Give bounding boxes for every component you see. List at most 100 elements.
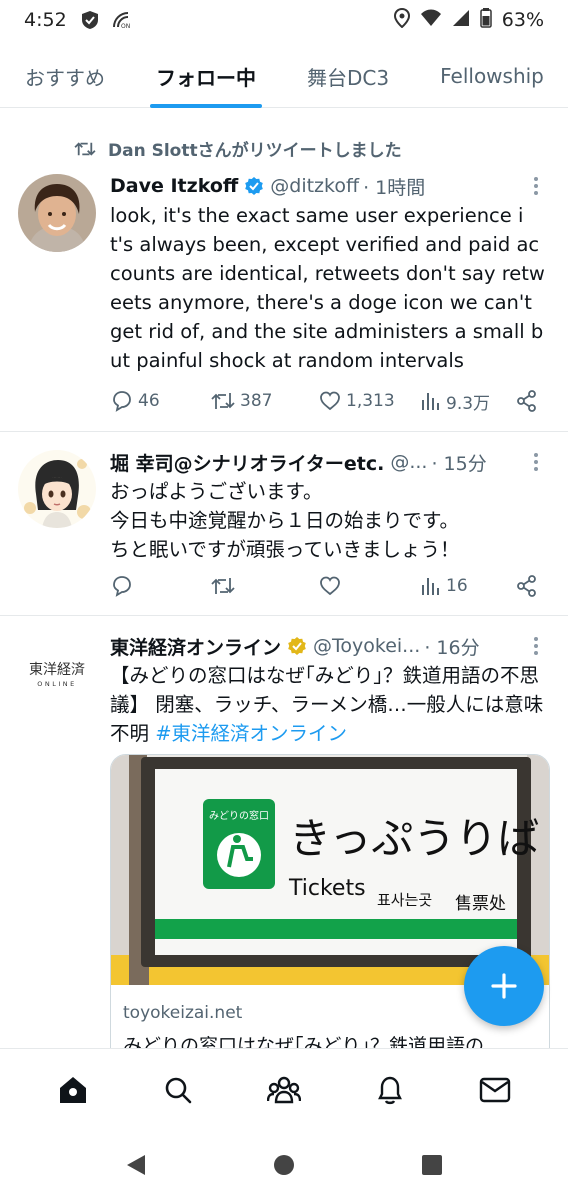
avatar[interactable]: 東洋経済 ONLINE bbox=[18, 634, 96, 712]
username[interactable]: @Toyokei... bbox=[313, 635, 420, 657]
display-name[interactable]: 東洋経済オンライン bbox=[110, 633, 281, 660]
sign-main-text: きっぷうりば bbox=[289, 814, 539, 863]
mail-icon bbox=[479, 1077, 511, 1102]
nav-messages[interactable] bbox=[465, 1060, 525, 1120]
wifi-calling-icon: ON bbox=[111, 10, 133, 30]
back-icon[interactable] bbox=[125, 1153, 147, 1177]
sign-korean-text: 표사는곳 bbox=[377, 891, 432, 909]
tweet-header: 堀 幸司@シナリオライターetc. @... · 15分 bbox=[110, 448, 546, 476]
heart-icon bbox=[320, 576, 340, 596]
plus-icon bbox=[491, 973, 517, 999]
reply-icon bbox=[113, 576, 131, 597]
tab-fellowship[interactable]: Fellowship bbox=[426, 44, 558, 108]
tweet[interactable]: 堀 幸司@シナリオライターetc. @... · 15分 おっぱようございます。… bbox=[0, 432, 568, 616]
nav-communities[interactable] bbox=[254, 1060, 314, 1120]
reply-button[interactable] bbox=[110, 574, 210, 598]
timestamp: · 15分 bbox=[431, 452, 487, 475]
views-button[interactable]: 16 bbox=[420, 575, 516, 597]
timestamp: · 1時間 bbox=[363, 176, 426, 199]
verified-badge-icon bbox=[244, 176, 264, 196]
verified-gold-badge-icon bbox=[287, 636, 307, 656]
tweet-text: 【みどりの窓口はなぜ｢みどり｣？鉄道用語の不思議】 閉塞、ラッチ、ラーメン橋…一… bbox=[110, 661, 546, 748]
clock: 4:52 bbox=[24, 9, 67, 31]
retweet-button[interactable] bbox=[210, 574, 318, 598]
tab-following[interactable]: フォロー中 bbox=[150, 44, 262, 108]
tab-label: フォロー中 bbox=[156, 65, 256, 90]
sign-chinese-text: 售票处 bbox=[455, 894, 506, 914]
shield-icon bbox=[81, 10, 99, 30]
like-count: 1,313 bbox=[346, 391, 395, 411]
bottom-navigation bbox=[0, 1048, 568, 1130]
timeline-tabs: おすすめ フォロー中 舞台DC3 Fellowship bbox=[0, 44, 568, 108]
reply-count: 46 bbox=[138, 391, 160, 411]
display-name[interactable]: 堀 幸司@シナリオライターetc. bbox=[110, 449, 384, 476]
tweet-text: look, it's the exact same user experienc… bbox=[110, 204, 545, 372]
nav-search[interactable] bbox=[148, 1060, 208, 1120]
heart-icon bbox=[320, 391, 340, 411]
timestamp: · 16分 bbox=[424, 636, 480, 659]
tab-label: 舞台DC3 bbox=[306, 65, 390, 90]
sign-small-text: みどりの窓口 bbox=[209, 809, 269, 822]
reply-icon bbox=[113, 391, 131, 412]
retweet-icon bbox=[211, 578, 235, 594]
username[interactable]: @ditzkoff bbox=[270, 175, 359, 197]
tweet-body: 東洋経済オンライン @Toyokei... · 16分 【みどりの窓口はなぜ｢み… bbox=[110, 632, 546, 748]
views-button[interactable]: 9.3万 bbox=[420, 389, 516, 414]
retweet-context: Dan Slottさんがリツイートしました bbox=[74, 136, 402, 161]
username[interactable]: @... bbox=[390, 451, 427, 473]
battery-icon bbox=[480, 7, 492, 33]
tweet-text: おっぱようございます。 今日も中途覚醒から１日の始まりです。 ちと眠いですが頑張… bbox=[110, 480, 460, 561]
signal-icon bbox=[452, 9, 470, 32]
nav-notifications[interactable] bbox=[360, 1060, 420, 1120]
tweet-body: Dave Itzkoff @ditzkoff · 1時間 look, it's … bbox=[110, 172, 546, 375]
share-button[interactable] bbox=[516, 575, 538, 597]
compose-tweet-button[interactable] bbox=[464, 946, 544, 1026]
tweet-actions: 46 387 1,313 9.3万 bbox=[110, 385, 540, 417]
home-circle-icon[interactable] bbox=[273, 1154, 295, 1176]
timeline-feed[interactable]: Dan Slottさんがリツイートしました Dave Itzkoff @ditz… bbox=[0, 110, 568, 1048]
tweet-header: Dave Itzkoff @ditzkoff · 1時間 bbox=[110, 172, 546, 200]
share-button[interactable] bbox=[516, 390, 538, 412]
analytics-icon bbox=[422, 393, 439, 410]
share-icon bbox=[517, 575, 536, 597]
more-options-icon[interactable] bbox=[526, 172, 546, 200]
retweet-icon bbox=[74, 141, 96, 156]
hashtag-link[interactable]: #東洋経済オンライン bbox=[155, 722, 347, 745]
battery-percentage: 63% bbox=[501, 9, 544, 31]
link-card-title: みどりの窓口はなぜ｢みどり｣？鉄道用語の bbox=[123, 1035, 485, 1048]
avatar-logo-text: 東洋経済 bbox=[29, 662, 85, 678]
tab-recommended[interactable]: おすすめ bbox=[0, 44, 130, 108]
active-tab-indicator bbox=[150, 104, 262, 108]
svg-text:ON: ON bbox=[121, 23, 130, 30]
retweet-button[interactable]: 387 bbox=[210, 389, 318, 413]
tab-butai-dc3[interactable]: 舞台DC3 bbox=[290, 44, 406, 108]
retweet-count: 387 bbox=[240, 391, 273, 411]
analytics-icon bbox=[422, 578, 439, 595]
tweet-body: 堀 幸司@シナリオライターetc. @... · 15分 おっぱようございます。… bbox=[110, 448, 546, 564]
tab-label: おすすめ bbox=[25, 65, 105, 90]
retweeted-by-label: Dan Slottさんがリツイートしました bbox=[108, 141, 402, 161]
link-card-domain: toyokeizai.net bbox=[123, 1003, 243, 1023]
view-count: 16 bbox=[446, 576, 468, 596]
location-icon bbox=[393, 7, 410, 33]
bell-icon bbox=[377, 1076, 402, 1104]
more-options-icon[interactable] bbox=[526, 632, 546, 660]
like-button[interactable]: 1,313 bbox=[318, 389, 420, 413]
view-count: 9.3万 bbox=[446, 393, 491, 414]
avatar[interactable] bbox=[18, 174, 96, 252]
sign-english-text: Tickets bbox=[288, 876, 366, 901]
recents-icon[interactable] bbox=[421, 1154, 443, 1176]
tab-label: Fellowship bbox=[440, 64, 544, 88]
system-navigation-bar bbox=[0, 1130, 568, 1199]
communities-icon bbox=[266, 1076, 301, 1103]
like-button[interactable] bbox=[318, 574, 420, 598]
reply-button[interactable]: 46 bbox=[110, 389, 210, 413]
more-options-icon[interactable] bbox=[526, 448, 546, 476]
avatar[interactable] bbox=[18, 450, 96, 528]
tweet-header: 東洋経済オンライン @Toyokei... · 16分 bbox=[110, 632, 546, 660]
tweet[interactable]: Dan Slottさんがリツイートしました Dave Itzkoff @ditz… bbox=[0, 110, 568, 432]
display-name[interactable]: Dave Itzkoff bbox=[110, 175, 238, 197]
nav-home[interactable] bbox=[43, 1060, 103, 1120]
search-icon bbox=[166, 1077, 192, 1103]
share-icon bbox=[517, 390, 536, 412]
